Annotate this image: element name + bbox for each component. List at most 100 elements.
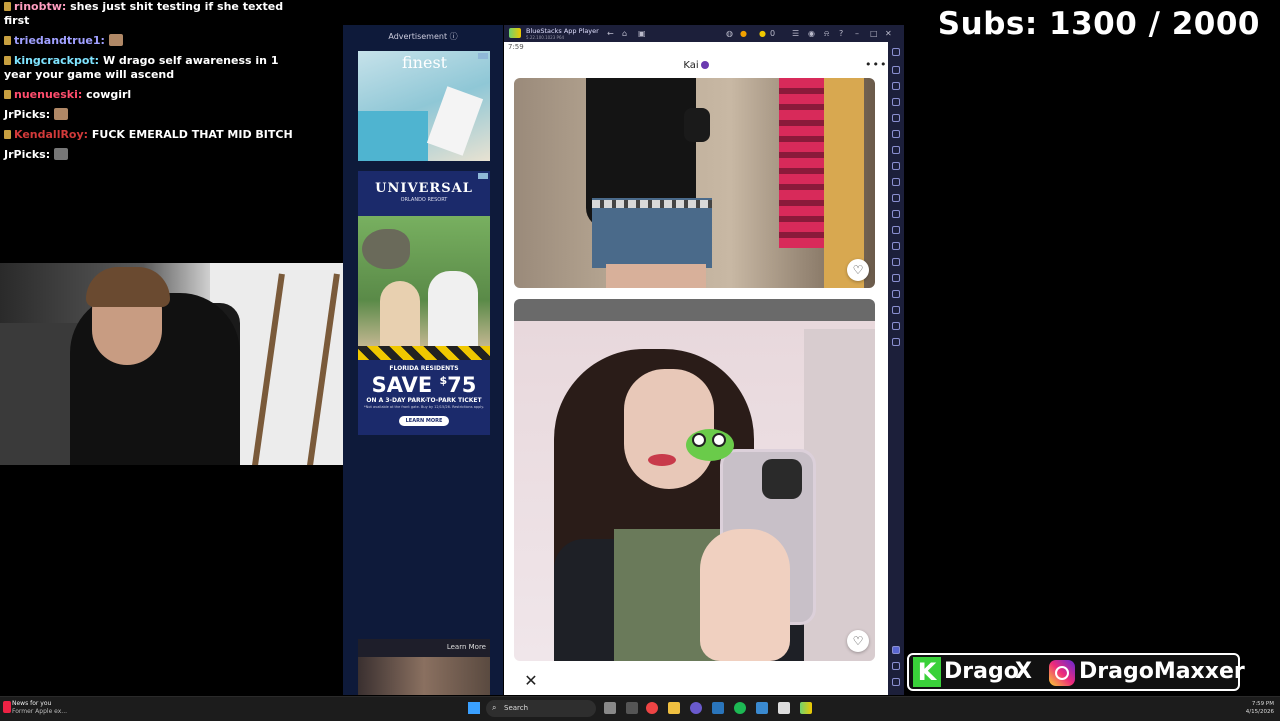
sub-badge-icon	[4, 130, 11, 139]
store-icon[interactable]: ◍	[726, 29, 733, 38]
system-tray[interactable]: 7:59 PM 4/15/2026	[1246, 700, 1274, 716]
photo-legs	[606, 264, 706, 288]
tabs-icon[interactable]: ▣	[638, 29, 646, 38]
points-icon[interactable]: ●	[740, 29, 747, 38]
chat-message: JrPicks:	[4, 148, 304, 162]
gear-icon[interactable]	[892, 662, 900, 670]
screen-icon[interactable]	[892, 82, 900, 90]
instagram-handle: DragoMaxxer	[1079, 659, 1245, 684]
sub-badge-icon	[4, 2, 11, 11]
back-icon[interactable]: ←	[607, 29, 614, 38]
video-ad[interactable]: Learn More	[358, 639, 490, 695]
frog-sticker-icon	[686, 429, 734, 461]
emote-icon	[108, 34, 123, 46]
adchoices-icon[interactable]	[478, 53, 488, 59]
kick-logo-icon: K	[913, 657, 941, 687]
screenshot-icon[interactable]	[892, 178, 900, 186]
minimize-icon[interactable]: –	[855, 29, 859, 38]
start-icon[interactable]	[468, 702, 480, 714]
chat-message: KendallRoy: FUCK EMERALD THAT MID BITCH	[4, 128, 304, 142]
shake-icon[interactable]	[892, 226, 900, 234]
verified-icon	[700, 61, 709, 69]
like-heart-icon[interactable]: ♡	[847, 630, 869, 652]
bluestacks-sidebar	[888, 42, 904, 695]
apk-icon[interactable]	[892, 162, 900, 170]
sync-icon[interactable]	[892, 274, 900, 282]
phone-icon[interactable]	[892, 338, 900, 346]
taskbar-search[interactable]: Search	[486, 700, 596, 717]
steam-icon[interactable]	[712, 702, 724, 714]
chat-message: triedandtrue1:	[4, 34, 304, 48]
more-tools-icon[interactable]	[892, 322, 900, 330]
chat-overlay: rinobtw: shes just shit testing if she t…	[4, 0, 304, 168]
file-explorer-icon[interactable]	[668, 702, 680, 714]
maximize-icon[interactable]: □	[870, 29, 878, 38]
kick-handle: Drago	[944, 659, 1019, 684]
ad-offer: SAVE $75	[371, 373, 477, 397]
social-handle-badge: K Drago X DragoMaxxer	[907, 653, 1245, 691]
search-icon: ⌕	[492, 703, 497, 712]
eco-icon[interactable]	[892, 258, 900, 266]
close-window-icon[interactable]: ✕	[885, 29, 892, 38]
account-icon[interactable]: ◉	[808, 29, 815, 38]
universal-ad[interactable]: UNIVERSAL ORLANDO RESORT FLORIDA RESIDEN…	[358, 171, 490, 435]
macro-icon[interactable]	[892, 130, 900, 138]
expand-icon[interactable]	[892, 48, 900, 56]
bluestacks-taskbar-icon[interactable]	[800, 702, 812, 714]
chat-username: kingcrackpot:	[14, 54, 100, 67]
widget-icon[interactable]	[626, 702, 638, 714]
adchoices-icon[interactable]	[478, 173, 488, 179]
clock-time: 7:59 PM	[1251, 701, 1274, 707]
media-icon[interactable]	[892, 210, 900, 218]
photo-hand	[700, 529, 790, 661]
photo-belt	[592, 200, 712, 208]
volume-icon[interactable]	[892, 66, 900, 74]
discord-icon[interactable]	[690, 702, 702, 714]
streamer-hair	[86, 267, 170, 307]
notepad-icon[interactable]	[756, 702, 768, 714]
ad-fineprint: *Not available at the front gate. Buy by…	[364, 405, 484, 409]
settings-icon[interactable]	[892, 306, 900, 314]
ad-label: Advertisement ⓘ	[388, 32, 458, 41]
location-icon[interactable]	[892, 242, 900, 250]
webcam-feed	[0, 263, 358, 465]
coin-count: 0	[770, 29, 776, 38]
chat-icon[interactable]	[892, 646, 900, 654]
spotify-icon[interactable]	[734, 702, 746, 714]
home-icon[interactable]: ⌂	[622, 29, 627, 38]
record-icon[interactable]	[892, 194, 900, 202]
chat-message: nuenueski: cowgirl	[4, 88, 304, 102]
chat-message: JrPicks:	[4, 108, 304, 122]
task-view-icon[interactable]	[604, 702, 616, 714]
ad-ticket: ON A 3-DAY PARK-TO-PARK TICKET	[366, 397, 482, 404]
keyboard-icon[interactable]	[892, 98, 900, 106]
dismiss-button[interactable]: ✕	[518, 668, 544, 694]
learn-more-link[interactable]: Learn More	[447, 643, 486, 651]
sub-goal-counter: Subs: 1300 / 2000	[937, 6, 1260, 42]
resort-ad[interactable]: finest	[358, 51, 490, 161]
profile-photo: ♡	[514, 299, 875, 661]
chat-username: KendallRoy:	[14, 128, 89, 141]
rotate-icon[interactable]	[892, 146, 900, 154]
bell-icon[interactable]: ⍾	[824, 29, 829, 38]
news-icon[interactable]	[3, 701, 11, 713]
title-bar: BlueStacks App Player 5.22.100.1023 P64 …	[504, 25, 904, 42]
menu-icon[interactable]: ☰	[792, 29, 799, 38]
status-time: 7:59	[508, 43, 524, 51]
more-options-icon[interactable]: •••	[865, 58, 887, 71]
chrome-icon[interactable]	[646, 702, 658, 714]
bluestacks-window: BlueStacks App Player 5.22.100.1023 P64 …	[504, 25, 904, 695]
sub-badge-icon	[4, 90, 11, 99]
help-icon[interactable]: ?	[839, 29, 843, 38]
app-icon[interactable]	[778, 702, 790, 714]
learn-more-button[interactable]: LEARN MORE	[399, 416, 449, 426]
chat-username: JrPicks:	[4, 148, 51, 161]
chat-message: rinobtw: shes just shit testing if she t…	[4, 0, 304, 28]
back-nav-icon[interactable]	[892, 678, 900, 686]
like-heart-icon[interactable]: ♡	[847, 259, 869, 281]
window-title: BlueStacks App Player	[526, 27, 599, 35]
caution-stripe	[358, 346, 490, 360]
multi-instance-icon[interactable]	[892, 290, 900, 298]
gamepad-icon[interactable]	[892, 114, 900, 122]
news-widget[interactable]: News for you Former Apple ex...	[12, 700, 67, 716]
